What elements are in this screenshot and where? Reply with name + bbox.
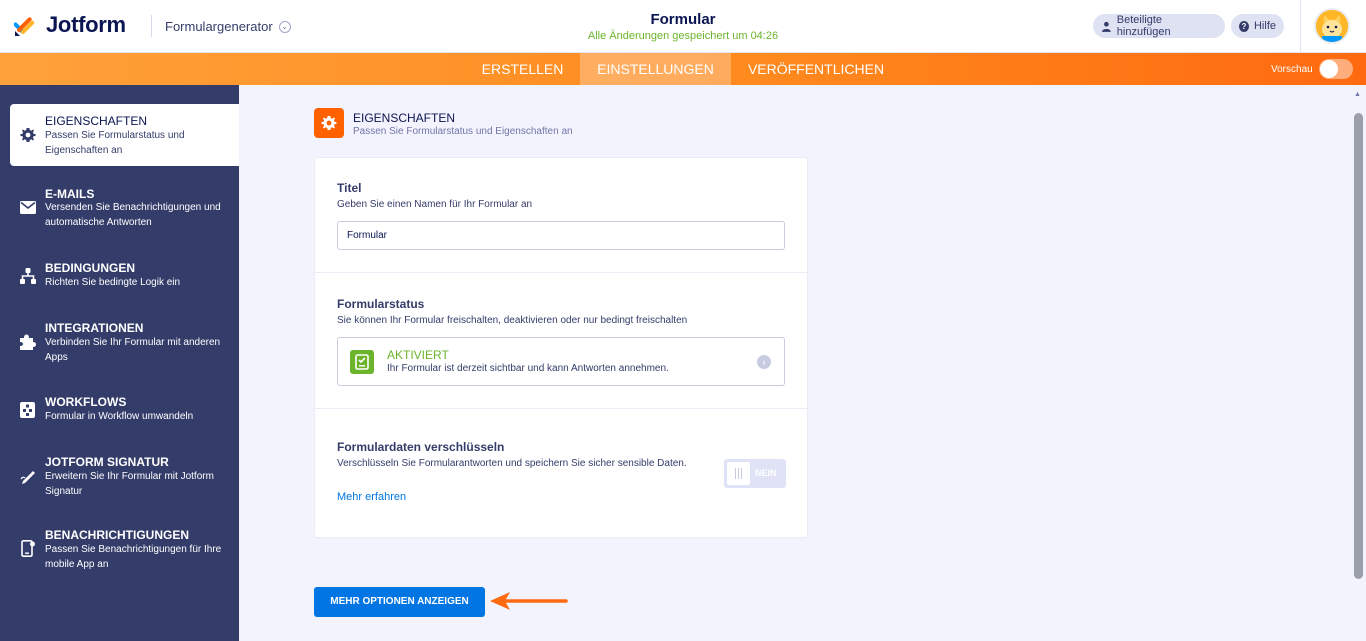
title-section: Titel Geben Sie einen Namen für Ihr Form… [315, 158, 807, 273]
show-more-options-button[interactable]: MEHR OPTIONEN ANZEIGEN [314, 587, 485, 617]
preview-toggle[interactable] [1319, 59, 1353, 79]
sidebar-desc: Versenden Sie Benachrichtigungen und aut… [45, 202, 221, 228]
sidebar-desc: Richten Sie bedingte Logik ein [45, 277, 181, 288]
section-description: Passen Sie Formularstatus und Eigenschaf… [353, 126, 573, 137]
sidebar-title: WORKFLOWS [45, 395, 127, 409]
builder-navbar: ERSTELLEN EINSTELLUNGEN VERÖFFENTLICHEN … [0, 53, 1366, 85]
gear-icon [314, 108, 344, 138]
conditions-icon [19, 267, 36, 284]
status-description: Ihr Formular ist derzeit sichtbar und ka… [387, 363, 669, 374]
sidebar-desc: Erweitern Sie Ihr Formular mit Jotform S… [45, 471, 214, 497]
learn-more-link[interactable]: Mehr erfahren [337, 491, 406, 503]
sidebar-desc: Passen Sie Benachrichtigungen für Ihre m… [45, 544, 222, 570]
annotation-arrow-icon [490, 592, 568, 610]
sidebar-title: BENACHRICHTIGUNGEN [45, 528, 189, 542]
preview-label: Vorschau [1271, 64, 1313, 75]
sidebar-item-eigenschaften[interactable]: EIGENSCHAFTEN Passen Sie Formularstatus … [10, 104, 239, 166]
help-button[interactable]: ? Hilfe [1231, 14, 1284, 38]
mobile-notification-icon [19, 540, 36, 557]
chevron-right-icon: › [757, 355, 771, 369]
workflow-icon [19, 401, 36, 418]
encrypt-field-desc: Verschlüsseln Sie Formularantworten und … [337, 458, 687, 469]
status-field-desc: Sie können Ihr Formular freischalten, de… [337, 315, 688, 326]
encrypt-toggle-label: NEIN [755, 468, 777, 478]
sidebar-title: E-MAILS [45, 187, 95, 201]
sidebar-desc: Formular in Workflow umwandeln [45, 411, 194, 422]
status-title: AKTIVIERT [387, 348, 449, 362]
header-divider-right [1300, 0, 1301, 53]
sidebar-desc: Passen Sie Formularstatus und Eigenschaf… [45, 130, 185, 156]
tab-einstellungen[interactable]: EINSTELLUNGEN [580, 53, 731, 85]
sidebar-title: EIGENSCHAFTEN [45, 114, 148, 128]
add-participants-label: Beteiligte hinzufügen [1116, 14, 1171, 38]
signature-icon [19, 467, 36, 484]
mail-icon [19, 199, 36, 216]
properties-card: Titel Geben Sie einen Namen für Ihr Form… [314, 157, 808, 538]
tab-erstellen[interactable]: ERSTELLEN [476, 53, 569, 85]
status-field-label: Formularstatus [337, 297, 425, 311]
tab-veroeffentlichen[interactable]: VERÖFFENTLICHEN [741, 53, 891, 85]
form-status-selector[interactable]: AKTIVIERT Ihr Formular ist derzeit sicht… [337, 337, 785, 386]
sidebar-title: INTEGRATIONEN [45, 321, 144, 335]
sidebar-title: BEDINGUNGEN [45, 261, 136, 275]
sidebar-desc: Verbinden Sie Ihr Formular mit anderen A… [45, 337, 221, 363]
sidebar-item-bedingungen[interactable]: BEDINGUNGEN Richten Sie bedingte Logik e… [0, 259, 239, 299]
sidebar-item-benachrichtigungen[interactable]: BENACHRICHTIGUNGEN Passen Sie Benachrich… [0, 526, 239, 576]
question-icon: ? [1239, 20, 1249, 32]
add-participants-button[interactable]: Beteiligte hinzufügen [1093, 14, 1225, 38]
scrollbar-thumb[interactable] [1354, 113, 1363, 579]
top-header: Jotform Formulargenerator ⌄ Formular All… [0, 0, 1366, 53]
preview-toggle-knob [1320, 60, 1338, 78]
sidebar-item-jotform-signatur[interactable]: JOTFORM SIGNATUR Erweitern Sie Ihr Formu… [0, 453, 239, 503]
encrypt-field-label: Formulardaten verschlüsseln [337, 440, 505, 454]
encrypt-toggle-knob [727, 462, 750, 485]
sidebar-item-workflows[interactable]: WORKFLOWS Formular in Workflow umwandeln [0, 393, 239, 433]
sidebar-item-integrationen[interactable]: INTEGRATIONEN Verbinden Sie Ihr Formular… [0, 319, 239, 369]
puzzle-icon [19, 333, 36, 350]
sidebar-item-emails[interactable]: E-MAILS Versenden Sie Benachrichtigungen… [0, 184, 239, 234]
avatar[interactable] [1314, 8, 1350, 44]
gear-icon [19, 126, 36, 143]
scroll-up-icon[interactable]: ▲ [1354, 91, 1361, 98]
title-field-desc: Geben Sie einen Namen für Ihr Formular a… [337, 199, 533, 210]
sidebar-title: JOTFORM SIGNATUR [45, 455, 169, 469]
form-title-input[interactable] [337, 221, 785, 250]
user-icon [1101, 21, 1111, 32]
encrypt-toggle[interactable]: NEIN [724, 459, 786, 488]
title-field-label: Titel [337, 181, 362, 195]
section-title: EIGENSCHAFTEN [353, 111, 456, 125]
settings-sidebar: EIGENSCHAFTEN Passen Sie Formularstatus … [0, 85, 239, 641]
active-form-icon [350, 350, 374, 374]
help-label: Hilfe [1253, 20, 1276, 32]
avatar-cat-icon [1316, 10, 1348, 42]
